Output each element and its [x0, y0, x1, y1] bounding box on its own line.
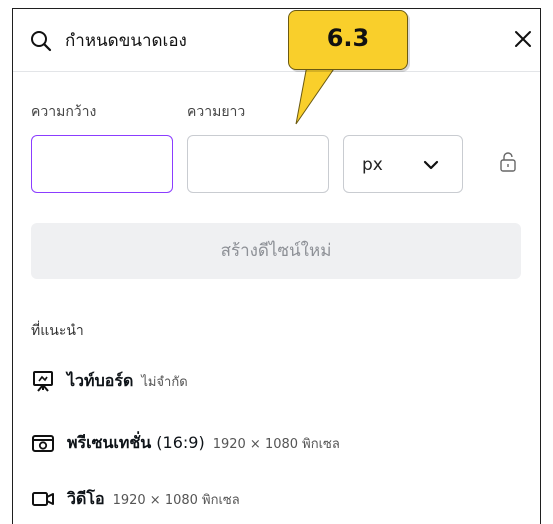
unit-select[interactable]: px	[343, 135, 463, 193]
recommended-item-whiteboard[interactable]: ไวท์บอร์ด ไม่จำกัด	[31, 366, 188, 396]
recommended-item-presentation[interactable]: พรีเซนเทชั่น (16:9) 1920 × 1080 พิกเซล	[31, 428, 340, 458]
recommended-item-detail: 1920 × 1080 พิกเซล	[212, 436, 340, 452]
whiteboard-icon	[33, 371, 53, 392]
recommended-item-name: พรีเซนเทชั่น (16:9)	[67, 432, 205, 452]
recommended-title: ที่แนะนำ	[31, 323, 84, 339]
create-design-label: สร้างดีไซน์ใหม่	[220, 241, 332, 261]
callout-label: 6.3	[326, 24, 370, 52]
recommended-item-detail: 1920 × 1080 พิกเซล	[112, 492, 240, 508]
recommended-item-name: ไวท์บอร์ด	[67, 370, 134, 390]
video-icon	[32, 492, 54, 506]
custom-size-panel: กำหนดขนาดเอง ความกว้าง ความยาว px สร้างด…	[12, 8, 541, 524]
unit-value: px	[362, 155, 383, 175]
width-input[interactable]	[31, 135, 173, 193]
search-input[interactable]: กำหนดขนาดเอง	[65, 29, 187, 53]
search-icon	[31, 31, 52, 52]
search-bar[interactable]: กำหนดขนาดเอง	[13, 9, 540, 72]
recommended-item-detail: ไม่จำกัด	[141, 374, 188, 390]
create-design-button[interactable]: สร้างดีไซน์ใหม่	[31, 223, 521, 279]
recommended-item-name: วิดีโอ	[67, 488, 105, 508]
recommended-item-video[interactable]: วิดีโอ 1920 × 1080 พิกเซล	[31, 484, 240, 514]
width-label: ความกว้าง	[31, 104, 97, 120]
close-icon[interactable]	[511, 27, 535, 51]
chevron-down-icon	[423, 160, 439, 170]
presentation-icon	[32, 435, 54, 452]
lock-icon[interactable]	[499, 151, 517, 173]
callout-pointer	[295, 60, 341, 125]
height-input[interactable]	[187, 135, 329, 193]
height-label: ความยาว	[187, 104, 246, 120]
